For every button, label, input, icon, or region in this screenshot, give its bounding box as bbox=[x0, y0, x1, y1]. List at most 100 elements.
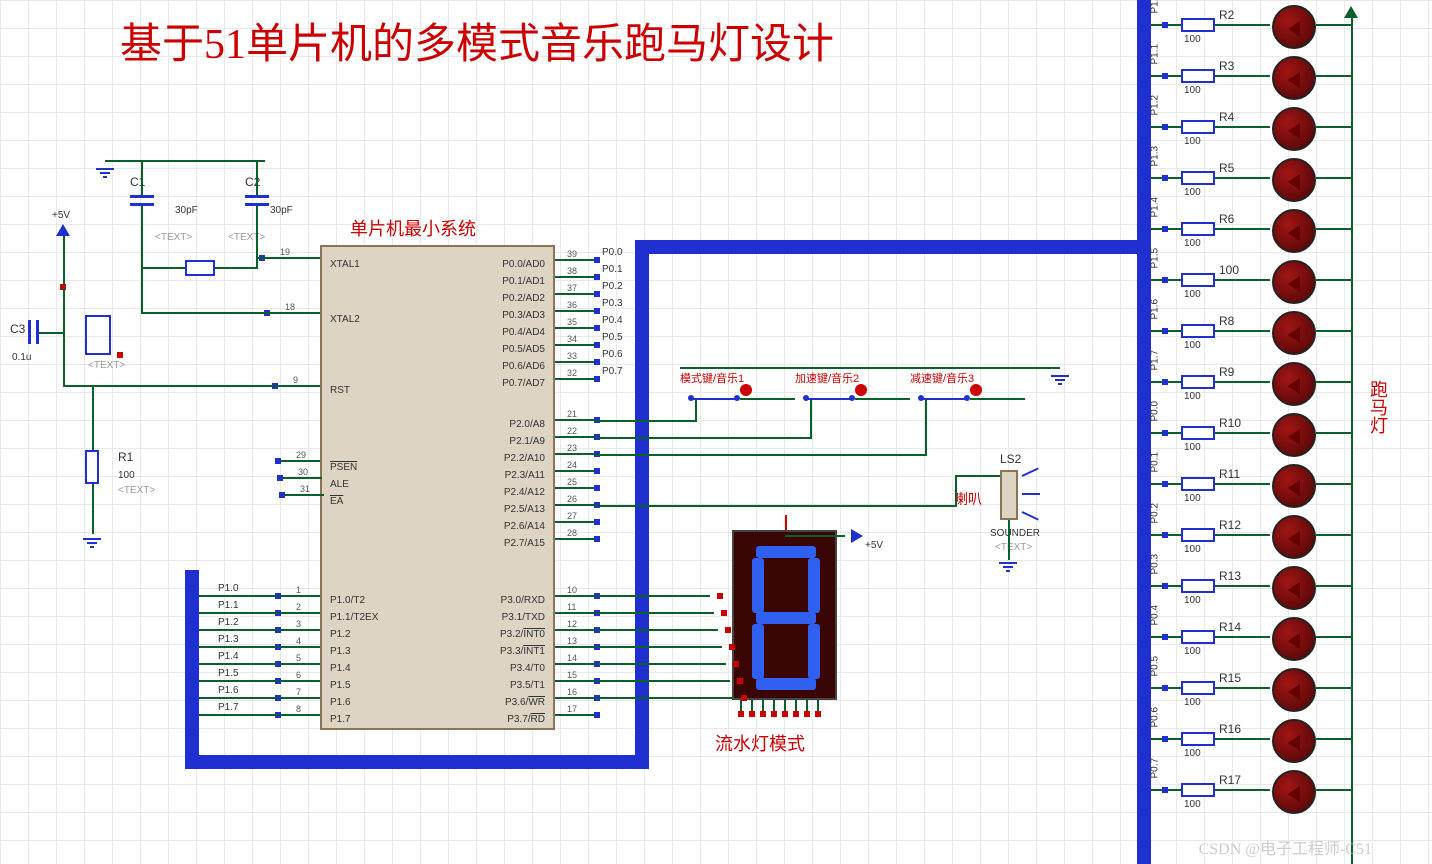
power-label-2: +5V bbox=[865, 540, 883, 551]
res-val: 100 bbox=[1184, 595, 1201, 606]
node bbox=[1162, 124, 1168, 130]
resistor-R4 bbox=[1181, 120, 1215, 134]
wire bbox=[1316, 330, 1353, 332]
resistor-R16 bbox=[1181, 732, 1215, 746]
junction bbox=[737, 678, 743, 684]
wire bbox=[595, 646, 722, 648]
wire bbox=[1215, 177, 1270, 179]
resistor-R10 bbox=[1181, 426, 1215, 440]
seg-pin-node bbox=[771, 711, 777, 717]
text-placeholder-2: <TEXT> bbox=[228, 232, 265, 243]
pin-p05: P0.5/AD5 bbox=[502, 344, 545, 355]
wire bbox=[1215, 789, 1270, 791]
wire bbox=[39, 332, 63, 334]
node bbox=[1162, 481, 1168, 487]
pin-p14: P1.4 bbox=[330, 663, 351, 674]
wire bbox=[1215, 330, 1270, 332]
junction bbox=[721, 610, 727, 616]
wire bbox=[810, 400, 812, 439]
wire bbox=[1215, 687, 1270, 689]
node bbox=[1162, 175, 1168, 181]
pin-node bbox=[594, 342, 600, 348]
pinnum: 6 bbox=[296, 670, 301, 680]
resistor-R5 bbox=[1181, 171, 1215, 185]
push-button-2[interactable]: 加速键/音乐2 bbox=[795, 388, 865, 418]
push-button-3[interactable]: 减速键/音乐3 bbox=[910, 388, 980, 418]
netlabel: P0.6 bbox=[1150, 707, 1161, 728]
pin-node bbox=[594, 468, 600, 474]
wire bbox=[1215, 585, 1270, 587]
pin-node bbox=[277, 475, 283, 481]
seven-segment-display bbox=[732, 530, 837, 700]
pinnum: 25 bbox=[567, 477, 577, 487]
wire bbox=[141, 267, 143, 313]
sounder-label: 喇叭 bbox=[954, 489, 982, 509]
cap-c1-label: C1 bbox=[130, 175, 145, 189]
led-d1 bbox=[1272, 5, 1316, 49]
push-button-1[interactable]: 模式键/音乐1 bbox=[680, 388, 750, 418]
pin-stub bbox=[555, 612, 597, 614]
text-placeholder-1: <TEXT> bbox=[155, 232, 192, 243]
wire bbox=[1215, 228, 1270, 230]
netlabel: P1.5 bbox=[1150, 248, 1161, 269]
pin-node bbox=[594, 308, 600, 314]
netlabel: P1.0 bbox=[1150, 0, 1161, 14]
node bbox=[1162, 277, 1168, 283]
wire bbox=[199, 595, 279, 597]
led-d13 bbox=[1272, 617, 1316, 661]
pin-node bbox=[594, 519, 600, 525]
r1-label: R1 bbox=[118, 450, 133, 464]
seg-pin-node bbox=[738, 711, 744, 717]
pin-p30: P3.0/RXD bbox=[501, 595, 545, 606]
pin-stub bbox=[555, 276, 597, 278]
led-d11 bbox=[1272, 515, 1316, 559]
resistor-R2 bbox=[1181, 18, 1215, 32]
led-d4 bbox=[1272, 158, 1316, 202]
wire bbox=[1215, 636, 1270, 638]
wire bbox=[199, 680, 279, 682]
button-indicator bbox=[970, 384, 982, 396]
wire bbox=[1215, 24, 1270, 26]
led-d16 bbox=[1272, 770, 1316, 814]
res-ref: R6 bbox=[1219, 212, 1234, 226]
node bbox=[1162, 328, 1168, 334]
pinnum: 1 bbox=[296, 585, 301, 595]
netlabel: P0.3 bbox=[602, 298, 623, 309]
seg-pwr bbox=[785, 515, 787, 530]
bus-segment bbox=[185, 755, 635, 769]
res-ref: R8 bbox=[1219, 314, 1234, 328]
reset-button[interactable] bbox=[85, 315, 111, 355]
wire bbox=[1215, 534, 1270, 536]
cap-c3-label: C3 bbox=[10, 322, 25, 336]
pin-stub bbox=[555, 663, 597, 665]
resistor-R11 bbox=[1181, 477, 1215, 491]
resistor-R3 bbox=[1181, 69, 1215, 83]
text-placeholder-5: <TEXT> bbox=[995, 542, 1032, 553]
wire-rst bbox=[63, 385, 320, 387]
seg-pin-node bbox=[793, 711, 799, 717]
sounder-ref: LS2 bbox=[1000, 452, 1021, 466]
node bbox=[1162, 22, 1168, 28]
pin-node bbox=[594, 274, 600, 280]
wire-xtal1 bbox=[256, 257, 320, 259]
wire bbox=[1316, 636, 1353, 638]
netlabel: P0.2 bbox=[1150, 503, 1161, 524]
node bbox=[1162, 532, 1168, 538]
cap-c2-val: 30pF bbox=[270, 205, 293, 216]
pinnum: 14 bbox=[567, 653, 577, 663]
pinnum: 3 bbox=[296, 619, 301, 629]
wire-xtal2 bbox=[141, 312, 320, 314]
pin-node bbox=[594, 485, 600, 491]
netlabel: P0.5 bbox=[1150, 656, 1161, 677]
netlabel: P1.6 bbox=[218, 685, 239, 696]
resistor-R12 bbox=[1181, 528, 1215, 542]
res-ref: R10 bbox=[1219, 416, 1241, 430]
microcontroller-ic: XTAL1 XTAL2 RST PSEN ALE EA P1.0/T2 P1.1… bbox=[320, 245, 555, 730]
wire bbox=[955, 475, 1000, 477]
netlabel: P0.0 bbox=[1150, 401, 1161, 422]
pin-stub bbox=[278, 680, 320, 682]
crystal-y1 bbox=[185, 260, 215, 276]
wire bbox=[970, 398, 1025, 400]
wire bbox=[1215, 738, 1270, 740]
res-val: 100 bbox=[1184, 646, 1201, 657]
